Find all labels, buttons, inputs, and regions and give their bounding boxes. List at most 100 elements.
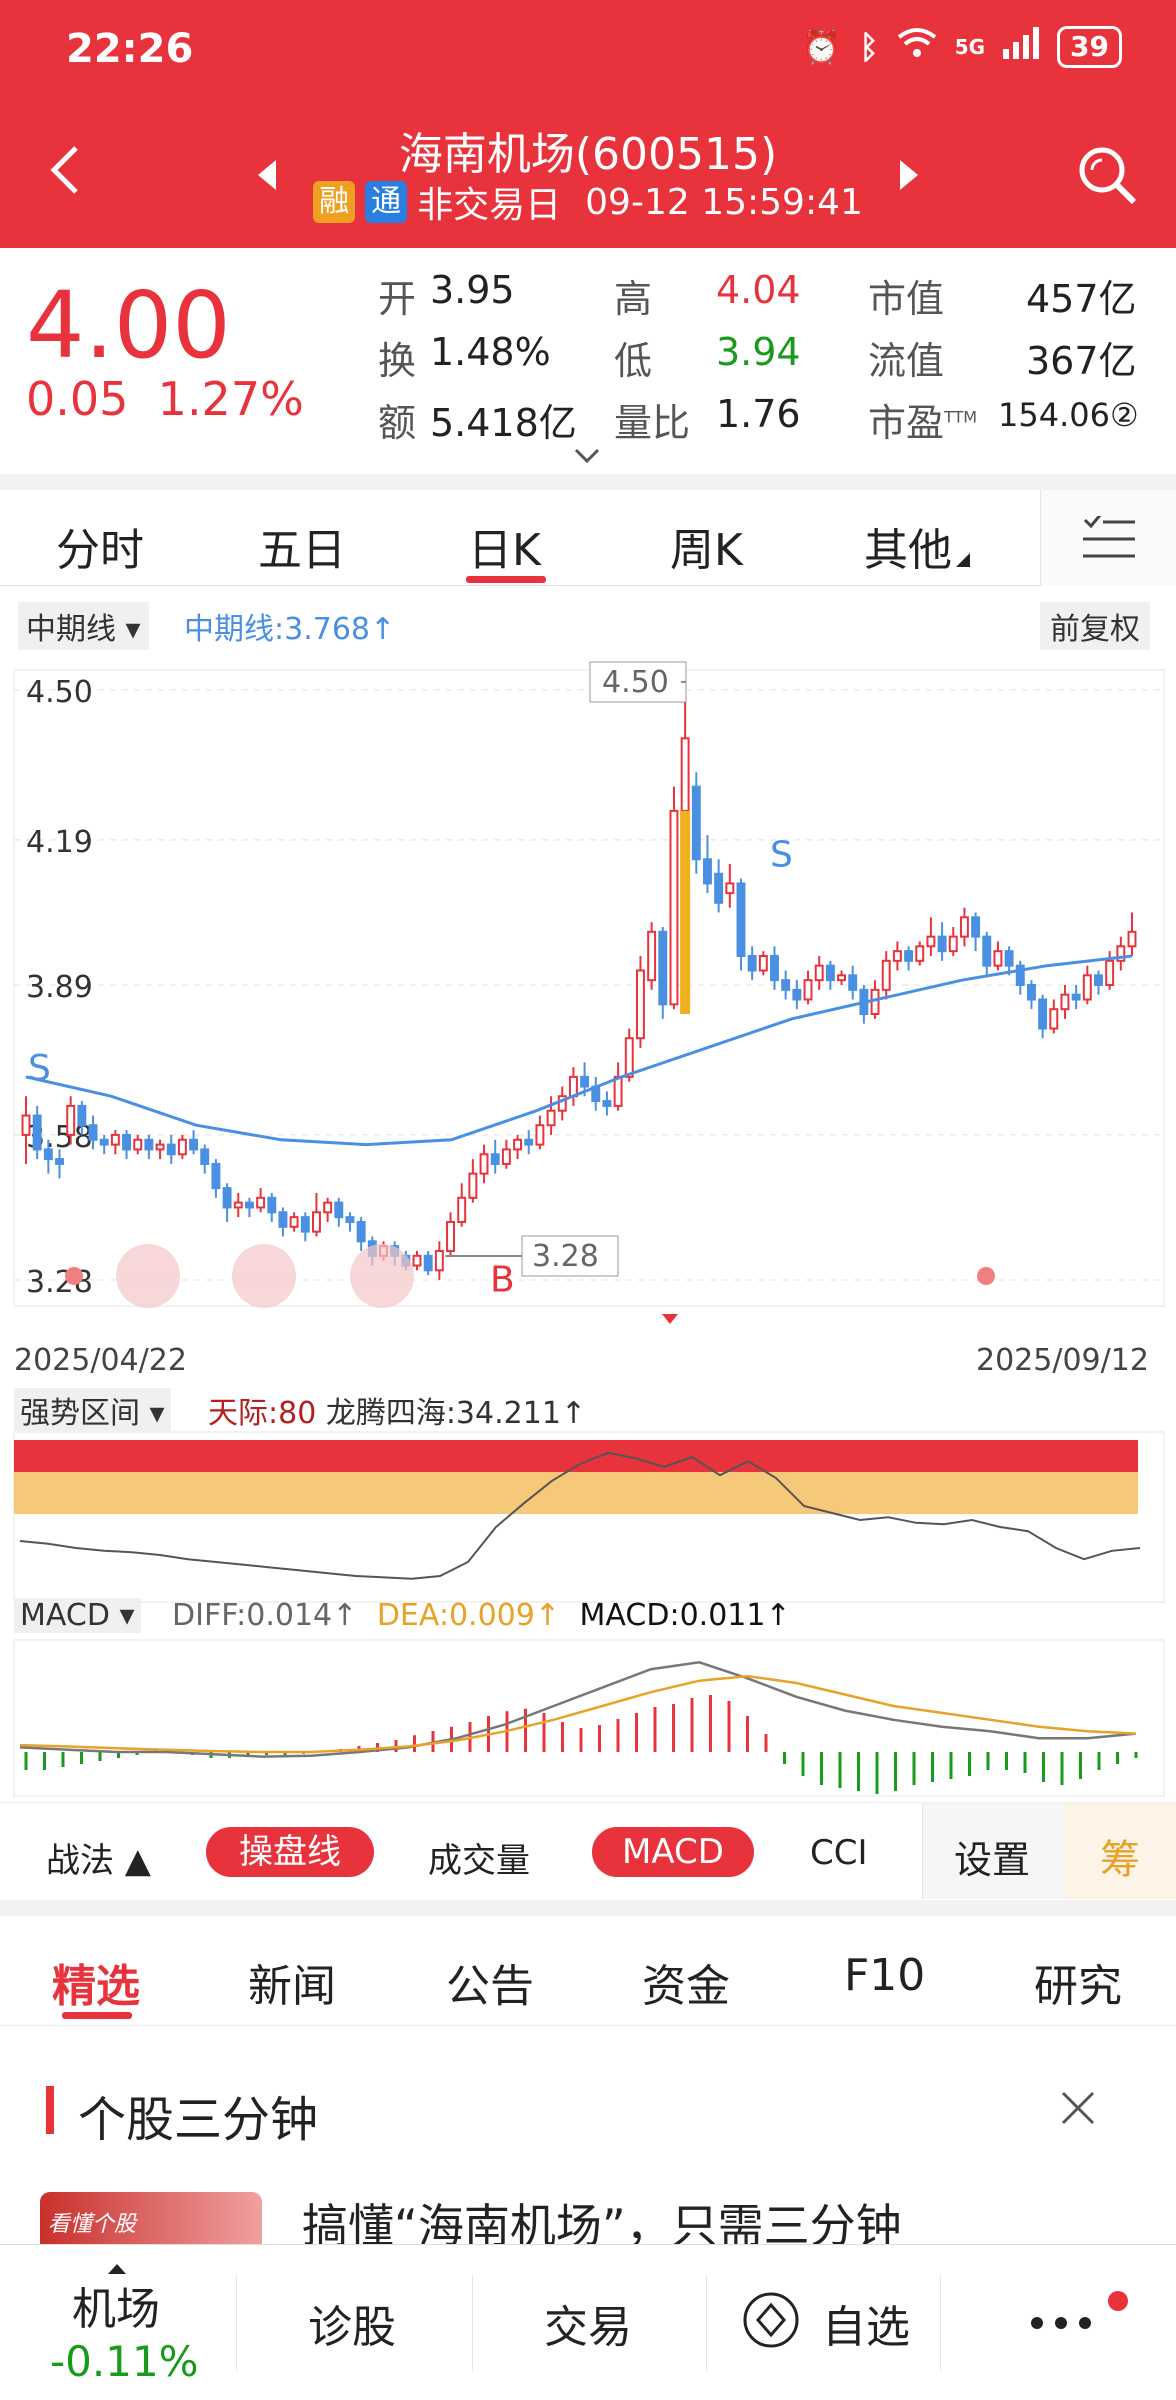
- tab-f10[interactable]: F10: [844, 1950, 925, 2001]
- tab-indicator: [466, 576, 546, 583]
- candle-body: [88, 1124, 98, 1141]
- candle-body: [457, 1196, 467, 1223]
- tab-intraday[interactable]: 分时: [56, 514, 144, 578]
- macd-selector[interactable]: MACD ▾: [14, 1598, 141, 1633]
- candle-body: [211, 1162, 221, 1190]
- sector-change: -0.11%: [50, 2337, 199, 2386]
- candle-body: [1004, 950, 1014, 967]
- low-value: 3.94: [716, 330, 801, 374]
- candle-body: [948, 935, 958, 953]
- dea-value: DEA:0.009↑: [376, 1598, 560, 1633]
- end-date: 2025/09/12: [976, 1343, 1149, 1378]
- cci-button[interactable]: CCI: [810, 1833, 868, 1873]
- volume-button[interactable]: 成交量: [428, 1833, 530, 1882]
- stock-subtitle: 融 通 非交易日 09-12 15:59:41: [0, 176, 1176, 228]
- candle-body: [904, 950, 914, 962]
- tianji-value: 天际:80: [208, 1396, 317, 1431]
- candle-body: [133, 1138, 143, 1151]
- candle-body: [803, 979, 813, 1001]
- period-tabs: 分时 五日 日K 周K 其他: [0, 490, 1176, 586]
- next-stock-icon[interactable]: [898, 160, 920, 194]
- margin-tag: 融: [313, 181, 356, 223]
- candle-body: [892, 950, 902, 962]
- tab-announcement[interactable]: 公告: [446, 1950, 534, 2014]
- trade-button[interactable]: 交易: [544, 2291, 632, 2355]
- tab-featured[interactable]: 精选: [52, 1950, 140, 2014]
- strength-values: 天际:80 龙腾四海:34.211↑: [208, 1388, 586, 1432]
- tab-research[interactable]: 研究: [1034, 1950, 1122, 2014]
- candle-body: [959, 916, 969, 938]
- candle-body: [99, 1138, 109, 1146]
- open-label: 开: [378, 277, 417, 321]
- expand-icon[interactable]: [574, 448, 600, 468]
- diff-line: [19, 1661, 1137, 1758]
- strength-selector[interactable]: 强势区间 ▾: [14, 1388, 171, 1432]
- copy-icon: [232, 1244, 296, 1308]
- bottom-nav: 机场 -0.11% 诊股 交易 自选: [0, 2244, 1176, 2400]
- marker-dot: [65, 1267, 83, 1285]
- candle-body: [278, 1211, 288, 1228]
- candle-body: [937, 935, 947, 953]
- y-tick-label: 4.50: [26, 675, 93, 710]
- chou-button[interactable]: 筹: [1100, 1827, 1140, 1885]
- sell-signal: S: [28, 1048, 51, 1089]
- watchlist-icon: [742, 2291, 800, 2353]
- candle-body: [356, 1220, 366, 1243]
- price-change: 0.05 1.27%: [26, 372, 304, 426]
- candle-body: [21, 1114, 31, 1136]
- tab-weekly-k[interactable]: 周K: [670, 514, 743, 578]
- candle-body: [334, 1201, 344, 1219]
- candle-body: [1105, 959, 1115, 986]
- macd-button[interactable]: MACD: [592, 1827, 754, 1877]
- candle-body: [1071, 993, 1081, 1001]
- candle-body: [1082, 974, 1092, 1001]
- status-icons: ⏰ ᛒ 5G 39: [802, 26, 1122, 68]
- candle-body: [546, 1109, 556, 1127]
- marker-dot: [977, 1267, 995, 1285]
- watchlist-button[interactable]: 自选: [822, 2291, 910, 2355]
- bluetooth-icon: ᛒ: [859, 28, 879, 66]
- thumbnail-text: 看懂个股: [48, 2212, 137, 2237]
- article-thumbnail[interactable]: 看懂个股: [40, 2192, 262, 2244]
- settings-button[interactable]: 设置: [954, 1829, 1030, 1884]
- float-label: 流值: [868, 339, 945, 383]
- y-tick-label: 3.28: [26, 1265, 93, 1300]
- search-icon[interactable]: [1076, 144, 1138, 210]
- macd-panel-frame: [13, 1639, 1165, 1797]
- candle-body: [312, 1211, 321, 1233]
- close-icon[interactable]: [1060, 2090, 1096, 2130]
- tab-daily-k[interactable]: 日K: [468, 514, 541, 578]
- tab-other[interactable]: 其他: [864, 514, 952, 578]
- candle-body: [144, 1138, 154, 1151]
- candle-body: [1038, 998, 1048, 1030]
- y-tick-label: 4.19: [26, 825, 93, 860]
- more-icon[interactable]: [1030, 2315, 1092, 2334]
- caopanxian-button[interactable]: 操盘线: [206, 1827, 374, 1877]
- tab-funds[interactable]: 资金: [642, 1950, 730, 2014]
- divider: [236, 2275, 237, 2371]
- candle-body: [32, 1114, 42, 1151]
- stock-title: 海南机场(600515): [398, 129, 778, 180]
- candle-body: [792, 988, 802, 1001]
- move-icon: [350, 1244, 414, 1308]
- tab-news[interactable]: 新闻: [248, 1950, 336, 2014]
- diagnose-button[interactable]: 诊股: [308, 2291, 396, 2355]
- pe-value: 154.06②: [998, 396, 1139, 434]
- tab-five-day[interactable]: 五日: [258, 514, 346, 578]
- candle-body: [781, 979, 791, 991]
- signal-icon: [1003, 27, 1040, 67]
- news-tab-indicator: [62, 2012, 132, 2019]
- candle-body: [1060, 993, 1070, 1011]
- sector-name[interactable]: 机场: [72, 2273, 160, 2337]
- open-value: 3.95: [430, 268, 515, 312]
- candle-body: [703, 858, 712, 885]
- candle-body: [513, 1138, 523, 1151]
- battery-icon: 39: [1057, 26, 1122, 68]
- candle-body: [725, 882, 735, 895]
- divider: [706, 2275, 707, 2371]
- candle-body: [490, 1153, 500, 1165]
- candle-body: [971, 916, 981, 938]
- zhanfa-button[interactable]: 战法 ▲: [46, 1833, 151, 1882]
- candle-body: [1094, 974, 1103, 987]
- chart-settings-button[interactable]: [1040, 490, 1176, 586]
